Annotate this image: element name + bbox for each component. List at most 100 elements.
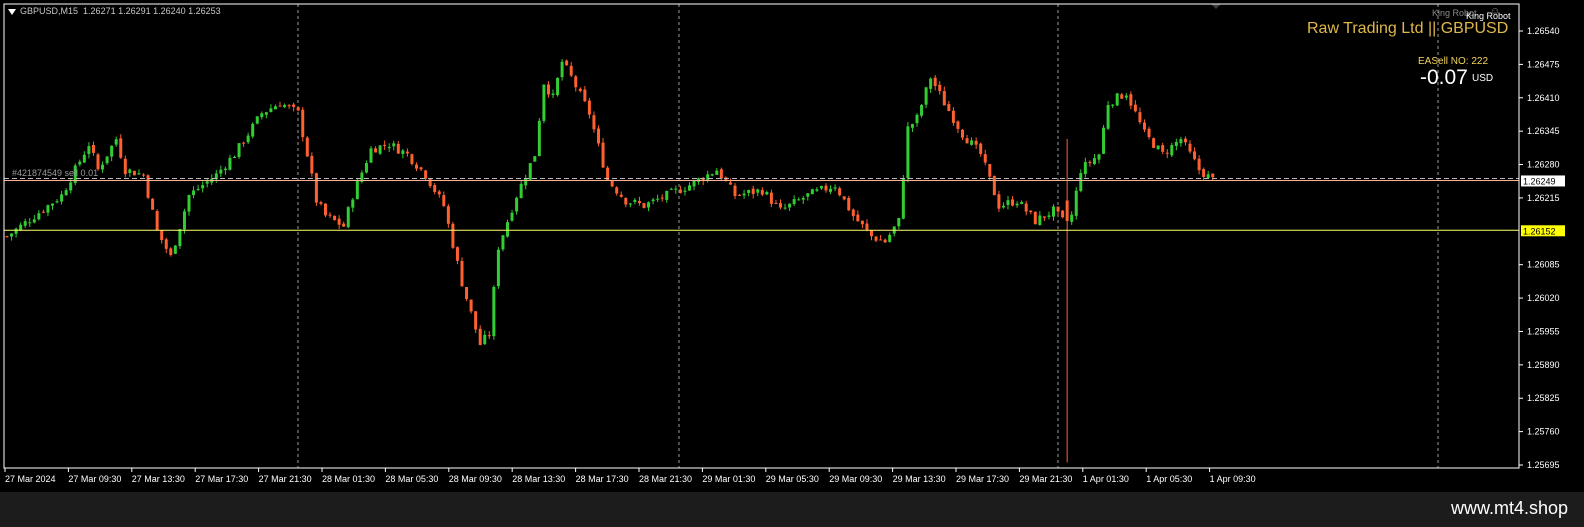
bull-candle[interactable] xyxy=(1015,203,1019,206)
bull-candle[interactable] xyxy=(810,189,814,195)
bull-candle[interactable] xyxy=(501,235,505,250)
bull-candle[interactable] xyxy=(10,233,14,237)
bear-candle[interactable] xyxy=(1033,211,1037,225)
bull-candle[interactable] xyxy=(924,87,928,105)
bear-candle[interactable] xyxy=(870,230,873,237)
bull-candle[interactable] xyxy=(915,114,919,124)
bull-candle[interactable] xyxy=(1083,162,1087,174)
bear-candle[interactable] xyxy=(988,164,992,177)
bear-candle[interactable] xyxy=(738,194,742,196)
bear-candle[interactable] xyxy=(319,202,323,204)
bear-candle[interactable] xyxy=(474,311,478,330)
bear-candle[interactable] xyxy=(883,239,887,243)
bull-candle[interactable] xyxy=(346,207,350,228)
bear-candle[interactable] xyxy=(91,145,95,153)
bull-candle[interactable] xyxy=(64,190,68,196)
bear-candle[interactable] xyxy=(1165,152,1169,154)
bull-candle[interactable] xyxy=(524,178,528,186)
bear-candle[interactable] xyxy=(842,196,846,200)
bear-candle[interactable] xyxy=(660,197,664,199)
bear-candle[interactable] xyxy=(142,174,145,176)
bull-candle[interactable] xyxy=(1070,214,1074,222)
bull-candle[interactable] xyxy=(28,222,32,224)
bear-candle[interactable] xyxy=(415,164,418,169)
bull-candle[interactable] xyxy=(1111,104,1115,106)
bull-candle[interactable] xyxy=(260,113,264,118)
bear-candle[interactable] xyxy=(132,170,136,176)
robot-face-icon[interactable]: ☺ xyxy=(1490,6,1500,17)
bear-candle[interactable] xyxy=(860,220,864,225)
bear-candle[interactable] xyxy=(983,154,987,163)
bull-candle[interactable] xyxy=(264,112,268,115)
price-chart[interactable]: 1.26249 1.26152 1.26540 1.26475 1.26410 1.26… xyxy=(0,0,1584,492)
bear-candle[interactable] xyxy=(1133,104,1137,112)
bull-candle[interactable] xyxy=(656,198,660,200)
bear-candle[interactable] xyxy=(1061,210,1065,218)
bear-candle[interactable] xyxy=(974,140,978,145)
bear-candle[interactable] xyxy=(610,180,614,187)
bull-candle[interactable] xyxy=(647,202,651,208)
bear-candle[interactable] xyxy=(824,185,828,191)
bear-candle[interactable] xyxy=(642,203,646,208)
bear-candle[interactable] xyxy=(455,247,459,261)
bear-candle[interactable] xyxy=(1152,138,1156,148)
bear-candle[interactable] xyxy=(583,89,587,102)
bear-candle[interactable] xyxy=(847,197,851,211)
bull-candle[interactable] xyxy=(87,146,91,154)
bear-candle[interactable] xyxy=(992,175,996,196)
bull-candle[interactable] xyxy=(205,181,209,184)
bear-candle[interactable] xyxy=(342,223,346,227)
bull-candle[interactable] xyxy=(533,156,537,162)
bear-candle[interactable] xyxy=(460,260,464,287)
bear-candle[interactable] xyxy=(1065,200,1069,222)
bear-candle[interactable] xyxy=(1120,94,1124,99)
bear-candle[interactable] xyxy=(856,214,860,222)
bull-candle[interactable] xyxy=(1106,105,1110,129)
bear-candle[interactable] xyxy=(1193,151,1197,160)
bear-candle[interactable] xyxy=(1183,138,1187,143)
bull-candle[interactable] xyxy=(1006,200,1010,205)
bull-candle[interactable] xyxy=(1038,215,1042,226)
bull-candle[interactable] xyxy=(515,197,519,212)
bull-candle[interactable] xyxy=(187,195,191,212)
bull-candle[interactable] xyxy=(55,201,59,203)
bear-candle[interactable] xyxy=(769,192,773,204)
bear-candle[interactable] xyxy=(333,215,337,221)
bull-candle[interactable] xyxy=(1115,93,1119,106)
bull-candle[interactable] xyxy=(792,199,796,205)
bull-candle[interactable] xyxy=(742,193,746,196)
bull-candle[interactable] xyxy=(101,164,105,170)
bear-candle[interactable] xyxy=(779,203,782,208)
bull-candle[interactable] xyxy=(506,222,509,237)
bear-candle[interactable] xyxy=(151,198,155,210)
bull-candle[interactable] xyxy=(1156,145,1160,150)
bull-candle[interactable] xyxy=(69,182,73,191)
bull-candle[interactable] xyxy=(692,180,696,187)
bull-candle[interactable] xyxy=(237,143,241,157)
bear-candle[interactable] xyxy=(314,173,318,203)
bear-candle[interactable] xyxy=(637,201,641,204)
bull-candle[interactable] xyxy=(633,199,637,202)
bull-candle[interactable] xyxy=(765,192,769,195)
bear-candle[interactable] xyxy=(324,203,327,216)
bull-candle[interactable] xyxy=(519,183,523,199)
bull-candle[interactable] xyxy=(706,174,710,181)
bull-candle[interactable] xyxy=(182,211,186,230)
bull-candle[interactable] xyxy=(23,221,27,226)
chart-window[interactable]: 1.26249 1.26152 1.26540 1.26475 1.26410 1.26… xyxy=(0,0,1584,492)
bear-candle[interactable] xyxy=(774,203,778,205)
bear-candle[interactable] xyxy=(728,182,732,185)
bull-candle[interactable] xyxy=(269,108,273,113)
bull-candle[interactable] xyxy=(806,193,810,197)
bull-candle[interactable] xyxy=(32,219,36,223)
bear-candle[interactable] xyxy=(296,107,300,111)
bear-candle[interactable] xyxy=(1188,143,1192,152)
bull-candle[interactable] xyxy=(1079,173,1083,192)
bull-candle[interactable] xyxy=(756,189,760,193)
bull-candle[interactable] xyxy=(906,126,910,179)
bull-candle[interactable] xyxy=(392,143,396,147)
bull-candle[interactable] xyxy=(1206,174,1210,178)
bear-candle[interactable] xyxy=(433,185,437,192)
bear-candle[interactable] xyxy=(301,109,305,138)
bull-candle[interactable] xyxy=(1179,139,1183,144)
